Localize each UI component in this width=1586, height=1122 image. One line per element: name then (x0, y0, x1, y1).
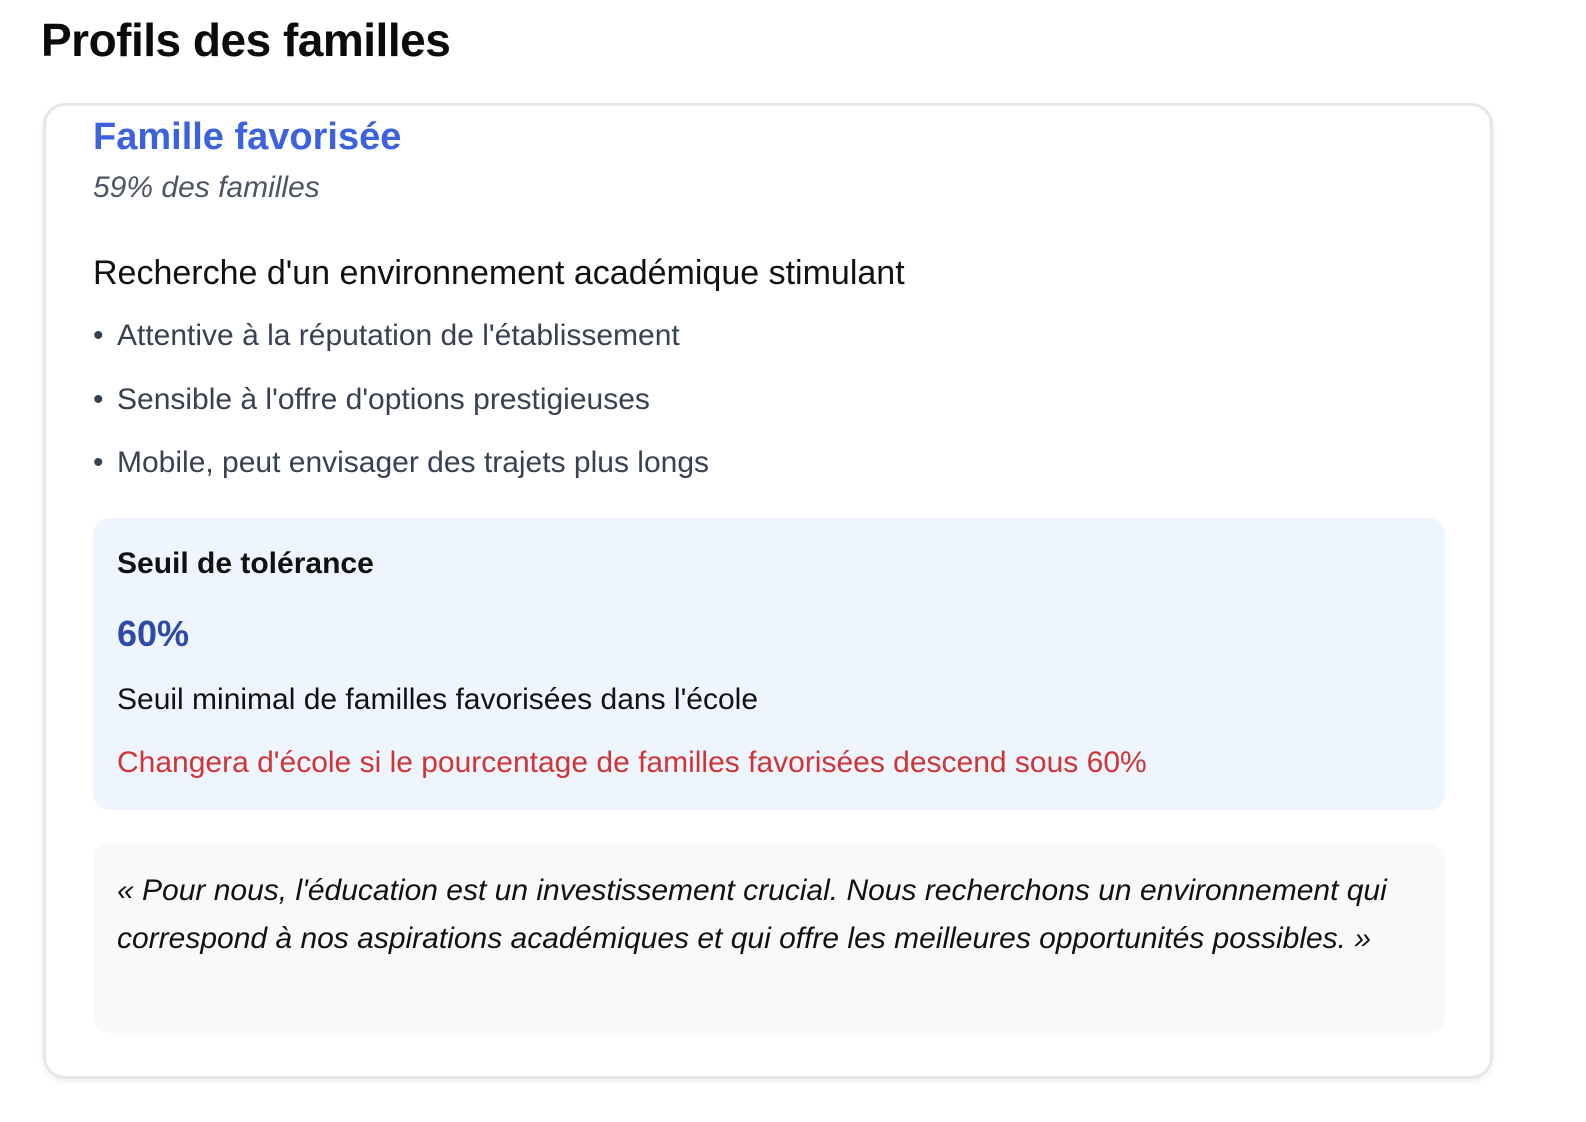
quote-panel: « Pour nous, l'éducation est un investis… (93, 843, 1445, 1033)
profile-share: 59% des familles (93, 171, 320, 204)
list-item: • Sensible à l'offre d'options prestigieu… (93, 380, 709, 444)
tolerance-warning: Changera d'école si le pourcentage de fa… (117, 746, 1147, 779)
profile-card: Famille favorisée 59% des familles Reche… (43, 103, 1493, 1079)
bullet-icon: • (93, 382, 104, 416)
quote-text: « Pour nous, l'éducation est un investis… (117, 874, 1387, 955)
profile-headline: Recherche d'un environnement académique … (93, 254, 905, 292)
trait-text: Mobile, peut envisager des trajets plus … (117, 446, 710, 479)
tolerance-title: Seuil de tolérance (117, 547, 374, 580)
profile-name: Famille favorisée (93, 116, 402, 158)
tolerance-value: 60% (117, 613, 190, 654)
page-title: Profils des familles (41, 14, 451, 66)
list-item: • Mobile, peut envisager des trajets plus… (93, 443, 709, 507)
bullet-icon: • (93, 446, 104, 479)
list-item: • Attentive à la réputation de l'établiss… (93, 316, 709, 380)
tolerance-panel: Seuil de tolérance 60% Seuil minimal de … (93, 518, 1445, 810)
trait-text: Attentive à la réputation de l'établisse… (117, 319, 680, 352)
bullet-icon: • (93, 319, 104, 352)
tolerance-description: Seuil minimal de familles favorisées dan… (117, 683, 759, 716)
trait-text: Sensible à l'offre d'options prestigieus… (117, 382, 650, 416)
traits-list: • Attentive à la réputation de l'établiss… (93, 316, 709, 507)
